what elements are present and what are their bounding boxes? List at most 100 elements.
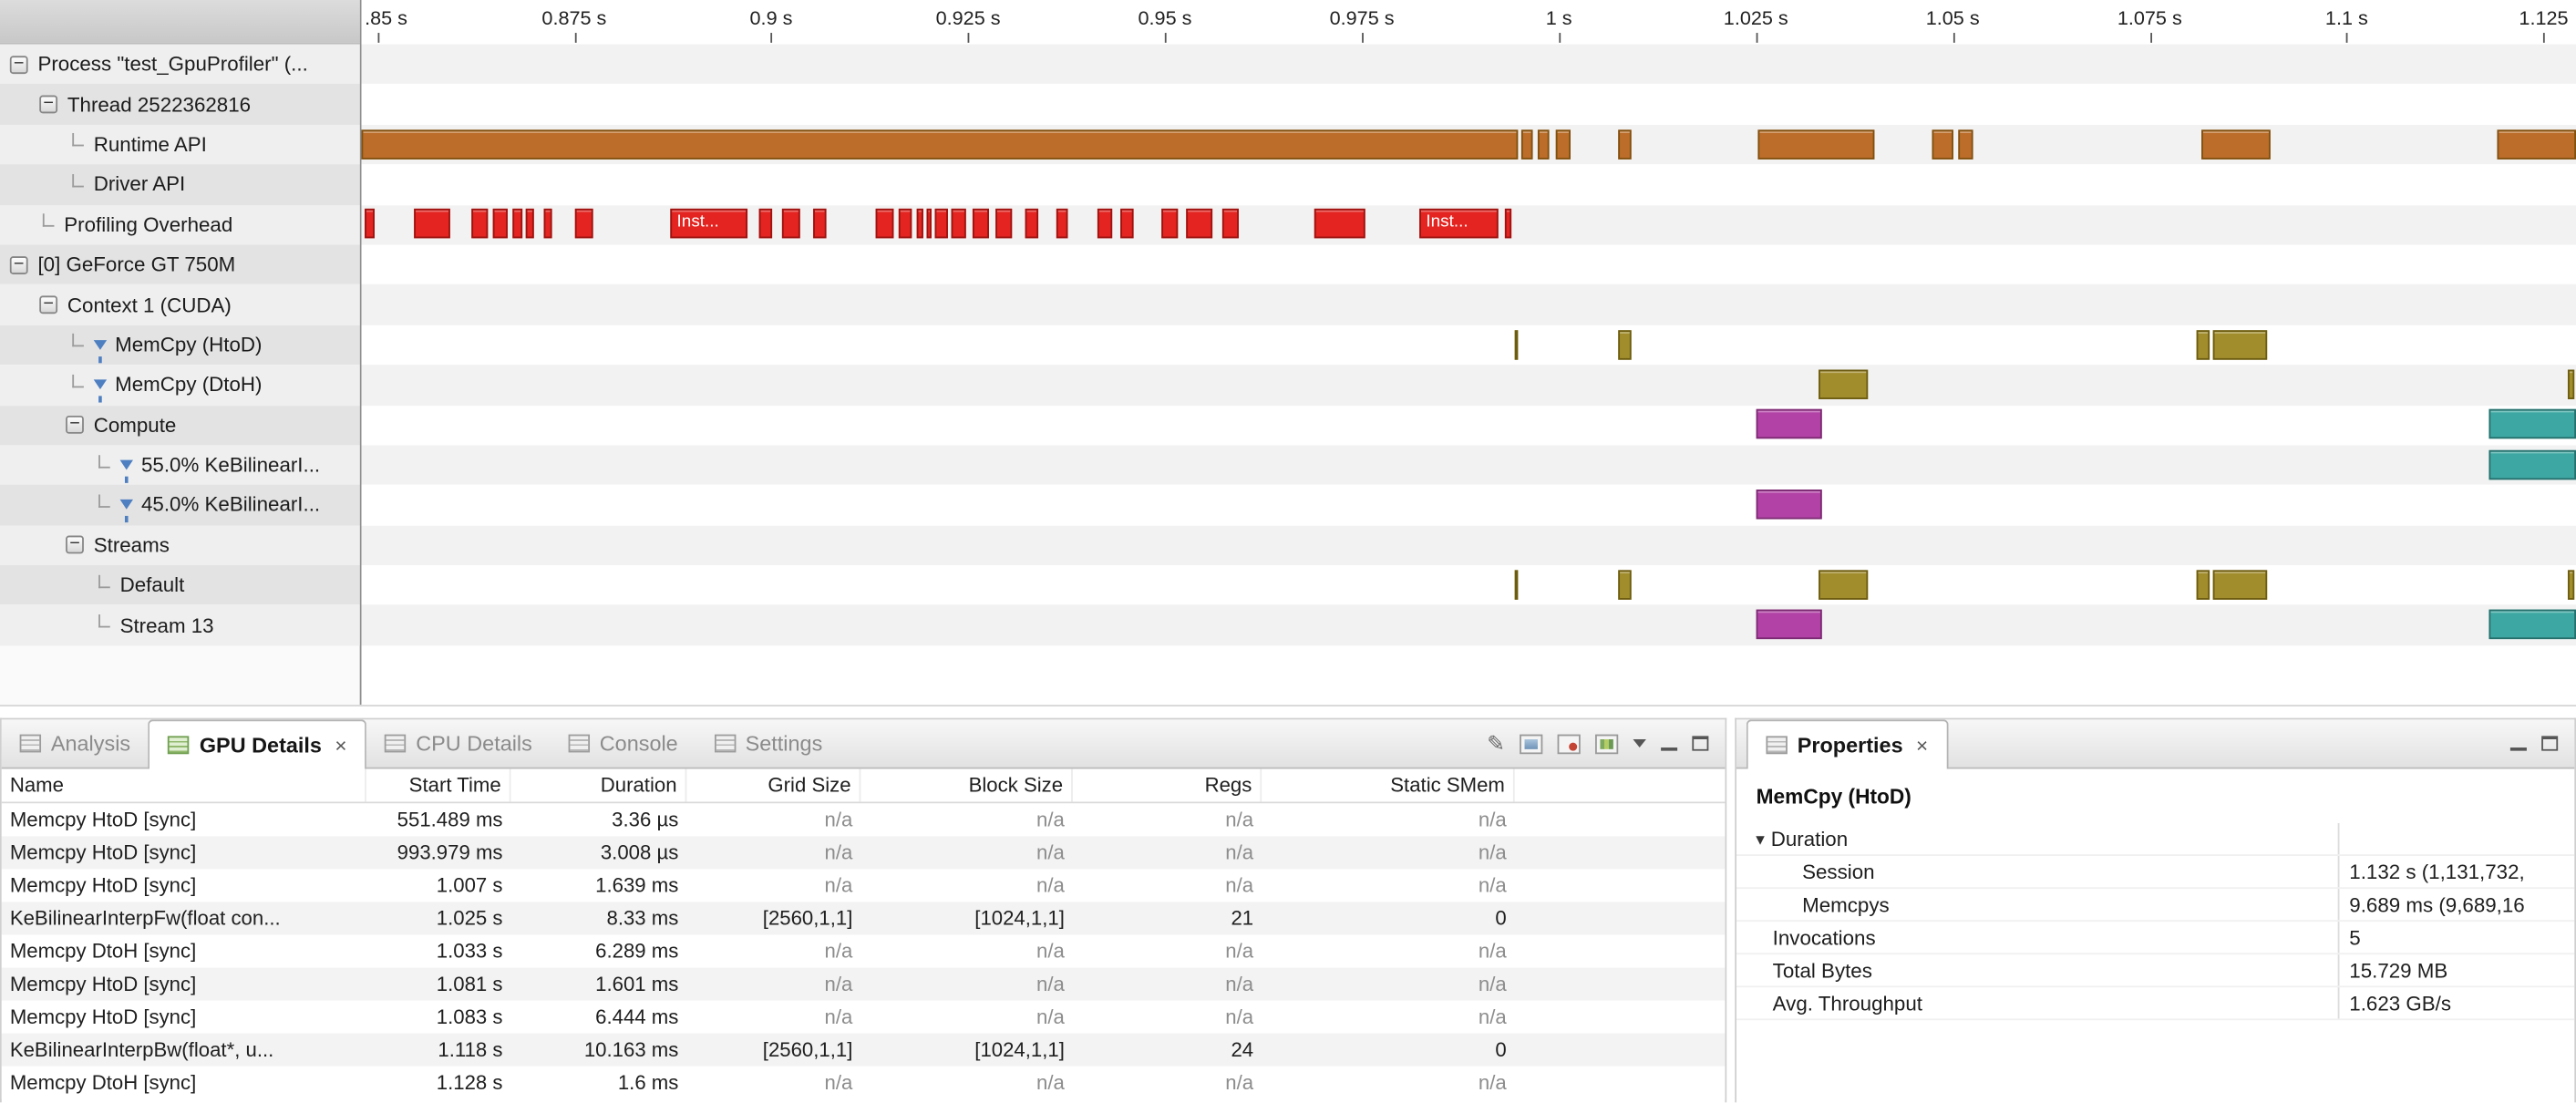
property-row-duration[interactable]: ▼ Duration: [1736, 822, 2575, 856]
timeline-lane-memcpy-htod[interactable]: [361, 325, 2576, 366]
timeline-bar[interactable]: [995, 209, 1013, 239]
tab-properties[interactable]: Properties ×: [1746, 719, 1948, 769]
timeline-bar[interactable]: [1932, 129, 1953, 160]
timeline-lane-runtime-api[interactable]: [361, 124, 2576, 165]
collapse-icon[interactable]: −: [66, 415, 84, 435]
timeline-lane-stream-13[interactable]: [361, 605, 2576, 646]
tree-row-thread[interactable]: − Thread 2522362816: [0, 84, 360, 125]
timeline-bar[interactable]: [1757, 129, 1875, 160]
timeline-panel[interactable]: .85 s 0.875 s 0.9 s 0.925 s 0.95 s 0.975 s 1 s…: [361, 0, 2576, 706]
timeline-bar[interactable]: [898, 209, 912, 239]
timeline-bar[interactable]: [1314, 209, 1365, 239]
timeline-bar[interactable]: [875, 209, 894, 239]
timeline-bar[interactable]: [1756, 610, 1822, 640]
tree-row-profiling-overhead[interactable]: Profiling Overhead: [0, 204, 360, 245]
table-row[interactable]: Memcpy HtoD [sync] 1.007 s 1.639 ms n/a n/a n…: [1, 869, 1726, 902]
timeline-bar[interactable]: [1120, 209, 1134, 239]
timeline-bar[interactable]: [1221, 209, 1239, 239]
timeline-bar[interactable]: [525, 209, 534, 239]
tab-gpu-details[interactable]: GPU Details ×: [148, 719, 367, 769]
tree-row-streams[interactable]: − Streams: [0, 525, 360, 566]
export-icon[interactable]: [1595, 733, 1619, 754]
tab-settings[interactable]: Settings: [696, 719, 841, 767]
timeline-bar[interactable]: [1514, 570, 1519, 600]
timeline-bar[interactable]: [1819, 570, 1869, 600]
timeline-bar[interactable]: [1756, 490, 1822, 520]
tree-row-kernel-55[interactable]: 55.0% KeBilinearI...: [0, 445, 360, 486]
timeline-bar[interactable]: [1618, 129, 1632, 160]
timeline-bar[interactable]: [1618, 570, 1632, 600]
collapse-icon[interactable]: −: [66, 535, 84, 555]
collapse-icon[interactable]: −: [39, 295, 58, 314]
tree-row-stream-13[interactable]: Stream 13: [0, 605, 360, 646]
timeline-bar[interactable]: [813, 209, 827, 239]
timeline-bar[interactable]: [758, 209, 773, 239]
timeline-bar[interactable]: [2497, 129, 2576, 160]
timeline-bar[interactable]: [1161, 209, 1179, 239]
table-row[interactable]: Memcpy HtoD [sync] 551.489 ms 3.36 µs n/a n/…: [1, 803, 1726, 837]
timeline-bar[interactable]: [2201, 129, 2271, 160]
timeline-bar[interactable]: [2488, 449, 2576, 479]
timeline-bar[interactable]: [781, 209, 800, 239]
timeline-bar[interactable]: [1819, 369, 1869, 399]
column-header-static-smem[interactable]: Static SMem: [1262, 768, 1515, 802]
timeline-bar[interactable]: [1186, 209, 1213, 239]
timeline-bar[interactable]: [1025, 209, 1039, 239]
group-mode-icon[interactable]: [1520, 733, 1543, 754]
minimize-icon[interactable]: [1661, 736, 1678, 751]
focus-icon[interactable]: [1557, 733, 1581, 754]
column-header-regs[interactable]: Regs: [1073, 768, 1262, 802]
timeline-bar[interactable]: [492, 209, 508, 239]
timeline-bar[interactable]: [2567, 570, 2575, 600]
filter-icon[interactable]: [119, 500, 133, 524]
filter-icon[interactable]: [119, 459, 133, 484]
property-row-total-bytes[interactable]: Total Bytes 15.729 MB: [1736, 954, 2575, 988]
timeline-ruler[interactable]: .85 s 0.875 s 0.9 s 0.925 s 0.95 s 0.975 s 1 s…: [361, 0, 2576, 45]
tree-row-kernel-45[interactable]: 45.0% KeBilinearI...: [0, 485, 360, 526]
timeline-lane-thread[interactable]: [361, 84, 2576, 125]
collapse-icon[interactable]: −: [39, 95, 58, 114]
timeline-bar[interactable]: [2196, 570, 2210, 600]
tree-row-compute[interactable]: − Compute: [0, 405, 360, 446]
timeline-bar[interactable]: Inst...: [1419, 209, 1499, 239]
timeline-bar[interactable]: [2567, 369, 2575, 399]
timeline-bar[interactable]: [1097, 209, 1113, 239]
timeline-bar[interactable]: [2212, 570, 2268, 600]
tree-row-process[interactable]: − Process "test_GpuProfiler" (...: [0, 44, 360, 85]
timeline-bar[interactable]: [2488, 610, 2576, 640]
table-row[interactable]: Memcpy HtoD [sync] 1.083 s 6.444 ms n/a n/a n…: [1, 1000, 1726, 1034]
column-header-name[interactable]: Name: [2, 768, 366, 802]
minimize-icon[interactable]: [2509, 736, 2527, 751]
timeline-bar[interactable]: [574, 209, 593, 239]
timeline-bar[interactable]: [1618, 329, 1632, 359]
tab-console[interactable]: Console: [551, 719, 696, 767]
timeline-lane-kernel-45[interactable]: [361, 485, 2576, 526]
close-icon[interactable]: ×: [1916, 734, 1928, 757]
tree-row-gpu-device[interactable]: − [0] GeForce GT 750M: [0, 244, 360, 285]
property-row-session[interactable]: Session 1.132 s (1,131,732,: [1736, 855, 2575, 890]
timeline-bar[interactable]: [365, 209, 375, 239]
view-menu-icon[interactable]: [1633, 739, 1646, 748]
timeline-lane-compute[interactable]: [361, 405, 2576, 446]
tree-row-runtime-api[interactable]: Runtime API: [0, 124, 360, 165]
tree-row-memcpy-dtoh[interactable]: MemCpy (DtoH): [0, 365, 360, 406]
timeline-lane-driver-api[interactable]: [361, 164, 2576, 205]
timeline-lane-kernel-55[interactable]: [361, 445, 2576, 486]
timeline-bar[interactable]: [916, 209, 923, 239]
timeline-bar[interactable]: [972, 209, 989, 239]
timeline-bar[interactable]: [1756, 409, 1822, 439]
table-row[interactable]: KeBilinearInterpFw(float con... 1.025 s 8.…: [1, 902, 1726, 935]
timeline-bar[interactable]: [1537, 129, 1550, 160]
filter-icon[interactable]: [93, 339, 108, 364]
table-row[interactable]: KeBilinearInterpBw(float*, u... 1.118 s 10…: [1, 1033, 1726, 1067]
tree-row-default-stream[interactable]: Default: [0, 565, 360, 606]
timeline-bar[interactable]: [1958, 129, 1973, 160]
timeline-bar[interactable]: [1555, 129, 1571, 160]
tab-analysis[interactable]: Analysis: [2, 719, 149, 767]
timeline-bar[interactable]: [414, 209, 450, 239]
tree-row-memcpy-htod[interactable]: MemCpy (HtoD): [0, 325, 360, 366]
timeline-bar[interactable]: [1504, 209, 1512, 239]
tab-cpu-details[interactable]: CPU Details: [366, 719, 550, 767]
expander-icon[interactable]: ▼: [1753, 830, 1767, 847]
timeline-bar[interactable]: [926, 209, 932, 239]
